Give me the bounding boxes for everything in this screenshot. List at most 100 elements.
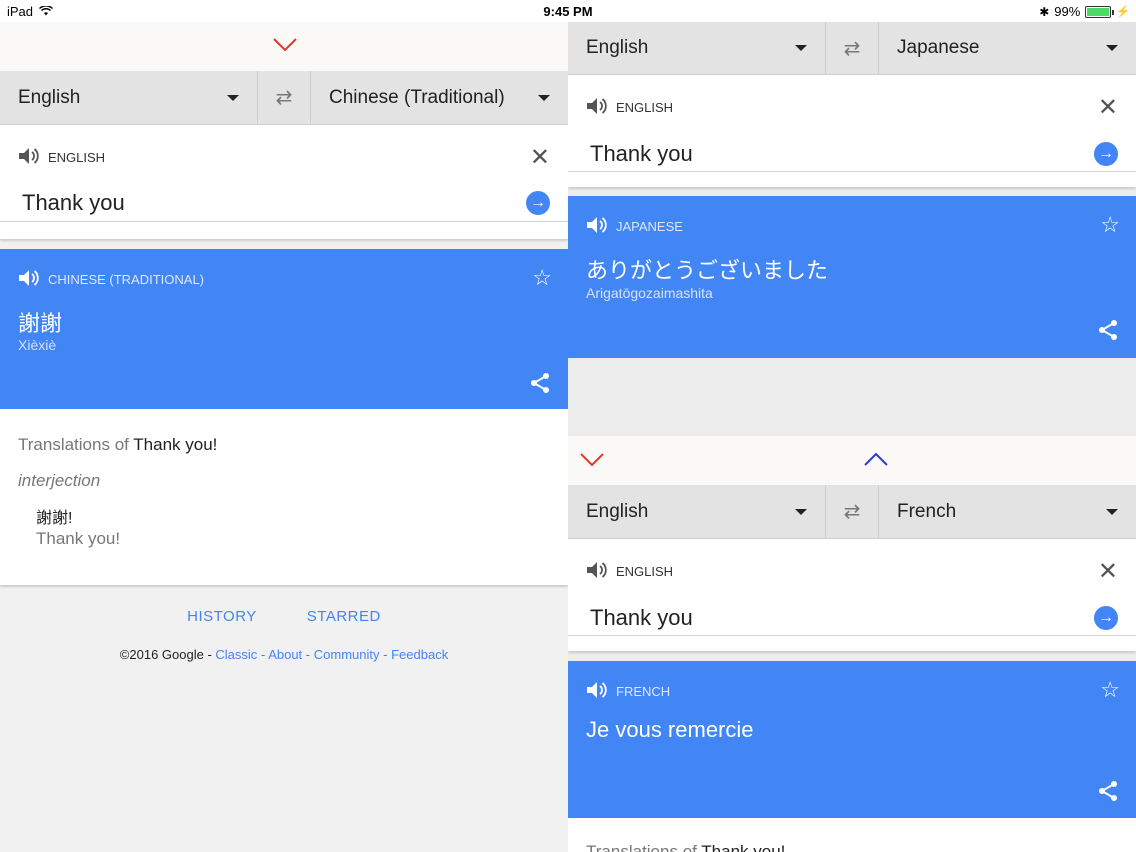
language-bar: English ⇄ Japanese: [568, 22, 1136, 75]
definition-gloss: Thank you!: [36, 529, 121, 548]
result-card: CHINESE (TRADITIONAL) ☆ 謝謝 Xièxiè: [0, 249, 568, 409]
translate-go-button[interactable]: →: [526, 191, 550, 215]
speaker-icon[interactable]: [586, 216, 608, 237]
speaker-icon[interactable]: [586, 681, 608, 702]
translations-term: Thank you!: [701, 842, 786, 852]
result-language-label: JAPANESE: [616, 219, 683, 234]
translate-go-button[interactable]: →: [1094, 606, 1118, 630]
translations-prefix: Translations of: [18, 435, 129, 454]
collapse-bar: [568, 436, 1136, 485]
left-translator-pane: English ⇄ Chinese (Traditional) ENGLISH …: [0, 22, 568, 852]
battery-percent: 99%: [1054, 4, 1081, 19]
part-of-speech: interjection: [18, 471, 101, 490]
clear-icon[interactable]: ✕: [1098, 557, 1118, 586]
clock: 9:45 PM: [543, 4, 593, 19]
dropdown-caret-icon: [795, 508, 807, 515]
bluetooth-icon: ✱: [1039, 4, 1050, 19]
dropdown-caret-icon: [795, 45, 807, 51]
language-bar: English ⇄ French: [568, 485, 1136, 539]
translation-text: Je vous remercie: [586, 717, 754, 742]
feedback-link[interactable]: Feedback: [391, 647, 448, 662]
source-language-label: English: [18, 86, 81, 108]
target-language-select[interactable]: French: [879, 485, 1136, 538]
input-text[interactable]: Thank you: [590, 605, 693, 631]
star-icon[interactable]: ☆: [1100, 212, 1120, 238]
dictionary-card: Translations of Thank you! interjection …: [0, 409, 568, 585]
share-icon[interactable]: [528, 371, 552, 395]
translations-prefix: Translations of: [586, 842, 697, 852]
collapse-bar: [0, 22, 568, 71]
swap-languages-button[interactable]: ⇄: [825, 485, 879, 538]
input-card: ENGLISH ✕ Thank you →: [0, 125, 568, 239]
source-language-select[interactable]: English: [568, 485, 825, 538]
swap-icon: ⇄: [843, 37, 861, 60]
about-link[interactable]: About: [268, 647, 302, 662]
source-language-select[interactable]: English: [568, 22, 825, 74]
arrow-right-icon: →: [1098, 145, 1114, 162]
translations-heading: Translations of Thank you!: [18, 435, 217, 455]
footer: HISTORY STARRED ©2016 Google - Classic -…: [119, 608, 449, 662]
dropdown-caret-icon: [538, 94, 550, 101]
dropdown-caret-icon: [227, 94, 239, 101]
target-language-label: French: [897, 500, 957, 522]
target-language-label: Japanese: [897, 37, 980, 58]
translations-heading: Translations of Thank you!: [586, 842, 785, 852]
speaker-icon[interactable]: [586, 561, 608, 582]
star-icon[interactable]: ☆: [532, 265, 552, 291]
translation-text: ありがとうございました: [586, 258, 829, 283]
share-icon[interactable]: [1096, 779, 1120, 803]
pane-gap: [568, 358, 1136, 436]
target-language-label: Chinese (Traditional): [329, 86, 505, 108]
status-bar: iPad 9:45 PM ✱ 99% ⚡: [0, 0, 1136, 22]
chevron-down-icon[interactable]: [580, 453, 604, 471]
chevron-down-icon[interactable]: [273, 38, 297, 56]
swap-languages-button[interactable]: ⇄: [257, 71, 311, 124]
copyright-text: ©2016 Google -: [119, 647, 212, 662]
input-underline: [568, 635, 1136, 636]
right-translator-pane: English ⇄ Japanese ENGLISH ✕ Thank you →…: [568, 22, 1136, 852]
target-language-select[interactable]: Japanese: [879, 22, 1136, 74]
clear-icon[interactable]: ✕: [1098, 93, 1118, 122]
star-icon[interactable]: ☆: [1100, 677, 1120, 703]
speaker-icon[interactable]: [18, 269, 40, 290]
swap-icon: ⇄: [275, 87, 293, 109]
charging-icon: ⚡: [1116, 6, 1130, 18]
swap-languages-button[interactable]: ⇄: [825, 22, 879, 74]
dropdown-caret-icon: [1106, 508, 1118, 515]
input-language-label: ENGLISH: [616, 564, 674, 579]
arrow-right-icon: →: [530, 194, 546, 211]
result-card: JAPANESE ☆ ありがとうございました Arigatōgozaimashi…: [568, 196, 1136, 358]
source-language-label: English: [586, 500, 649, 522]
share-icon[interactable]: [1096, 318, 1120, 342]
input-language-label: ENGLISH: [48, 150, 106, 165]
source-language-select[interactable]: English: [0, 71, 257, 124]
swap-icon: ⇄: [843, 501, 861, 523]
input-text[interactable]: Thank you: [22, 190, 125, 216]
result-language-label: FRENCH: [616, 684, 671, 699]
community-link[interactable]: Community: [314, 647, 380, 662]
translate-go-button[interactable]: →: [1094, 142, 1118, 166]
translations-term: Thank you!: [133, 435, 218, 454]
speaker-icon[interactable]: [18, 147, 40, 168]
transliteration-text: Xièxiè: [18, 337, 57, 353]
source-language-label: English: [586, 37, 649, 58]
target-language-select[interactable]: Chinese (Traditional): [311, 71, 568, 124]
starred-link[interactable]: STARRED: [307, 608, 381, 625]
arrow-right-icon: →: [1098, 609, 1114, 626]
definition-term[interactable]: 謝謝!: [36, 504, 72, 528]
input-underline: [568, 171, 1136, 172]
dictionary-card: Translations of Thank you!: [568, 818, 1136, 852]
battery-icon: [1085, 5, 1115, 18]
classic-link[interactable]: Classic: [215, 647, 257, 662]
language-bar: English ⇄ Chinese (Traditional): [0, 71, 568, 125]
input-text[interactable]: Thank you: [590, 141, 693, 167]
input-card: ENGLISH ✕ Thank you →: [568, 75, 1136, 187]
input-underline: [0, 221, 568, 222]
speaker-icon[interactable]: [586, 97, 608, 118]
clear-icon[interactable]: ✕: [530, 143, 550, 172]
chevron-up-icon[interactable]: [864, 452, 888, 470]
input-card: ENGLISH ✕ Thank you →: [568, 539, 1136, 651]
history-link[interactable]: HISTORY: [187, 608, 257, 625]
result-card: FRENCH ☆ Je vous remercie: [568, 661, 1136, 818]
transliteration-text: Arigatōgozaimashita: [586, 285, 713, 301]
